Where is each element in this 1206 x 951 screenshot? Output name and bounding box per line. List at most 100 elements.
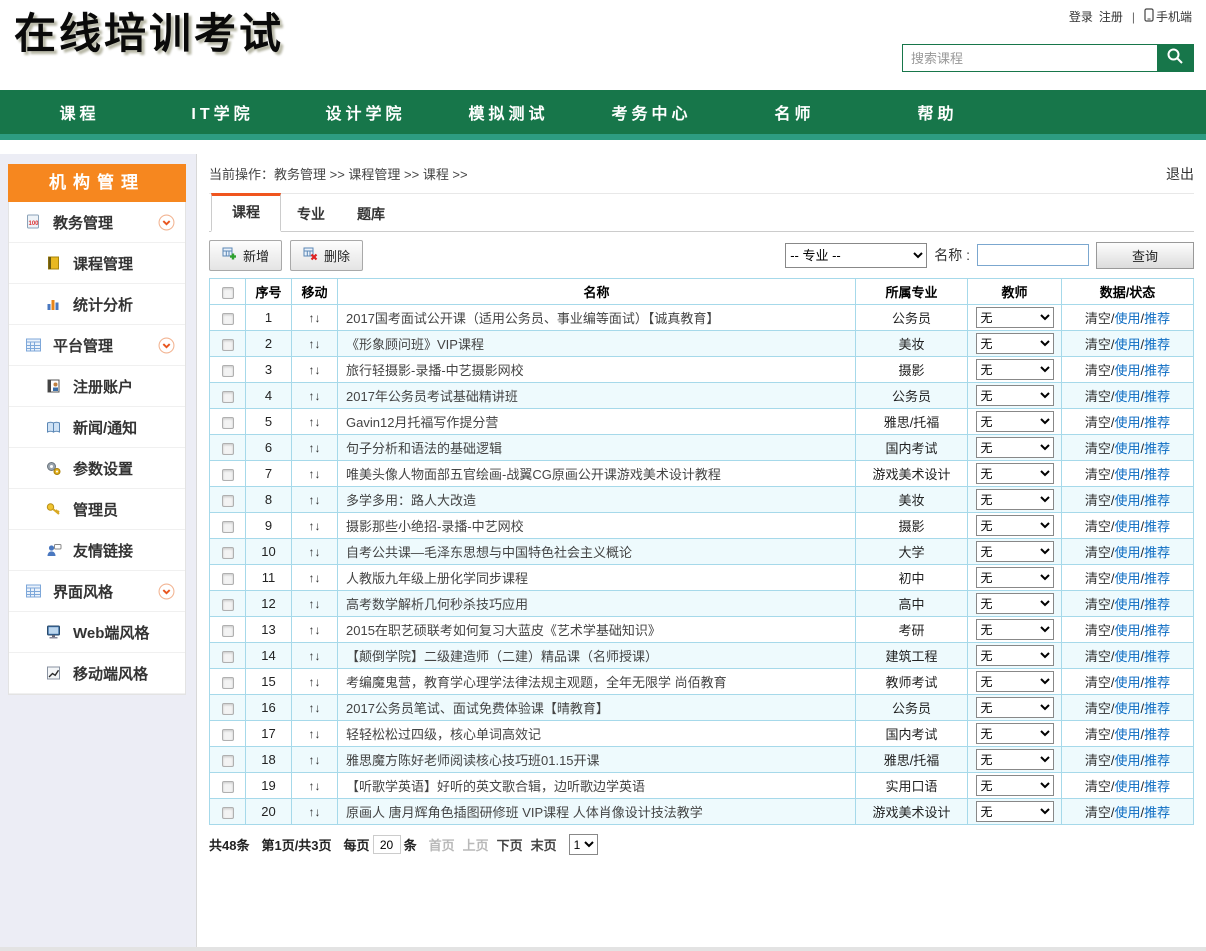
use-link[interactable]: 使用 bbox=[1114, 675, 1140, 690]
recommend-link[interactable]: 推荐 bbox=[1144, 467, 1170, 482]
recommend-link[interactable]: 推荐 bbox=[1144, 363, 1170, 378]
recommend-link[interactable]: 推荐 bbox=[1144, 415, 1170, 430]
clear-link[interactable]: 清空 bbox=[1085, 701, 1111, 716]
sidebar-item-2[interactable]: 课程管理 bbox=[9, 243, 185, 284]
row-checkbox[interactable] bbox=[222, 339, 234, 351]
teacher-select[interactable]: 无 bbox=[976, 593, 1054, 614]
per-page-input[interactable] bbox=[373, 835, 401, 854]
clear-link[interactable]: 清空 bbox=[1085, 415, 1111, 430]
move-down-icon[interactable]: ↓ bbox=[315, 649, 321, 663]
teacher-select[interactable]: 无 bbox=[976, 515, 1054, 536]
use-link[interactable]: 使用 bbox=[1114, 623, 1140, 638]
logout-link[interactable]: 退出 bbox=[1166, 164, 1194, 184]
chevron-down-icon[interactable] bbox=[158, 214, 175, 231]
sidebar-item-10[interactable]: 界面风格 bbox=[9, 571, 185, 612]
use-link[interactable]: 使用 bbox=[1114, 571, 1140, 586]
nav-item-1[interactable]: 课程 bbox=[8, 100, 151, 124]
move-down-icon[interactable]: ↓ bbox=[315, 727, 321, 741]
course-name[interactable]: 人教版九年级上册化学同步课程 bbox=[338, 565, 856, 591]
clear-link[interactable]: 清空 bbox=[1085, 493, 1111, 508]
teacher-select[interactable]: 无 bbox=[976, 749, 1054, 770]
nav-item-6[interactable]: 名师 bbox=[723, 100, 866, 124]
sidebar-item-12[interactable]: 移动端风格 bbox=[9, 653, 185, 694]
use-link[interactable]: 使用 bbox=[1114, 389, 1140, 404]
sidebar-item-9[interactable]: 友情链接 bbox=[9, 530, 185, 571]
move-down-icon[interactable]: ↓ bbox=[315, 623, 321, 637]
row-checkbox[interactable] bbox=[222, 417, 234, 429]
use-link[interactable]: 使用 bbox=[1114, 545, 1140, 560]
course-name[interactable]: 考编魔鬼营，教育学心理学法律法规主观题，全年无限学 尚佰教育 bbox=[338, 669, 856, 695]
course-name[interactable]: 《形象顾问班》VIP课程 bbox=[338, 331, 856, 357]
teacher-select[interactable]: 无 bbox=[976, 723, 1054, 744]
page-select[interactable]: 1 bbox=[569, 834, 598, 855]
use-link[interactable]: 使用 bbox=[1114, 441, 1140, 456]
row-checkbox[interactable] bbox=[222, 625, 234, 637]
recommend-link[interactable]: 推荐 bbox=[1144, 337, 1170, 352]
course-name[interactable]: 多学多用：路人大改造 bbox=[338, 487, 856, 513]
teacher-select[interactable]: 无 bbox=[976, 307, 1054, 328]
last-page-link[interactable]: 末页 bbox=[531, 835, 557, 854]
nav-item-7[interactable]: 帮助 bbox=[866, 100, 1009, 124]
clear-link[interactable]: 清空 bbox=[1085, 363, 1111, 378]
nav-item-2[interactable]: IT学院 bbox=[151, 100, 294, 124]
move-down-icon[interactable]: ↓ bbox=[315, 311, 321, 325]
recommend-link[interactable]: 推荐 bbox=[1144, 753, 1170, 768]
sidebar-item-5[interactable]: 注册账户 bbox=[9, 366, 185, 407]
clear-link[interactable]: 清空 bbox=[1085, 571, 1111, 586]
recommend-link[interactable]: 推荐 bbox=[1144, 545, 1170, 560]
row-checkbox[interactable] bbox=[222, 651, 234, 663]
use-link[interactable]: 使用 bbox=[1114, 649, 1140, 664]
use-link[interactable]: 使用 bbox=[1114, 493, 1140, 508]
clear-link[interactable]: 清空 bbox=[1085, 545, 1111, 560]
search-input[interactable] bbox=[903, 45, 1157, 71]
teacher-select[interactable]: 无 bbox=[976, 697, 1054, 718]
recommend-link[interactable]: 推荐 bbox=[1144, 441, 1170, 456]
course-name[interactable]: 唯美头像人物面部五官绘画-战翼CG原画公开课游戏美术设计教程 bbox=[338, 461, 856, 487]
move-down-icon[interactable]: ↓ bbox=[315, 337, 321, 351]
course-name[interactable]: 自考公共课—毛泽东思想与中国特色社会主义概论 bbox=[338, 539, 856, 565]
chevron-down-icon[interactable] bbox=[158, 583, 175, 600]
use-link[interactable]: 使用 bbox=[1114, 805, 1140, 820]
nav-item-5[interactable]: 考务中心 bbox=[580, 100, 723, 124]
clear-link[interactable]: 清空 bbox=[1085, 441, 1111, 456]
move-down-icon[interactable]: ↓ bbox=[315, 571, 321, 585]
add-button[interactable]: 新增 bbox=[209, 240, 282, 271]
row-checkbox[interactable] bbox=[222, 495, 234, 507]
course-name[interactable]: 摄影那些小绝招-录播-中艺网校 bbox=[338, 513, 856, 539]
teacher-select[interactable]: 无 bbox=[976, 567, 1054, 588]
first-page-link[interactable]: 首页 bbox=[429, 835, 455, 854]
course-name[interactable]: 2017国考面试公开课（适用公务员、事业编等面试）【诚真教育】 bbox=[338, 305, 856, 331]
teacher-select[interactable]: 无 bbox=[976, 645, 1054, 666]
use-link[interactable]: 使用 bbox=[1114, 779, 1140, 794]
move-down-icon[interactable]: ↓ bbox=[315, 545, 321, 559]
clear-link[interactable]: 清空 bbox=[1085, 311, 1111, 326]
nav-item-3[interactable]: 设计学院 bbox=[294, 100, 437, 124]
move-down-icon[interactable]: ↓ bbox=[315, 441, 321, 455]
use-link[interactable]: 使用 bbox=[1114, 597, 1140, 612]
sidebar-item-3[interactable]: 统计分析 bbox=[9, 284, 185, 325]
row-checkbox[interactable] bbox=[222, 521, 234, 533]
clear-link[interactable]: 清空 bbox=[1085, 597, 1111, 612]
clear-link[interactable]: 清空 bbox=[1085, 389, 1111, 404]
row-checkbox[interactable] bbox=[222, 443, 234, 455]
clear-link[interactable]: 清空 bbox=[1085, 337, 1111, 352]
tab-1[interactable]: 课程 bbox=[211, 193, 281, 232]
recommend-link[interactable]: 推荐 bbox=[1144, 779, 1170, 794]
clear-link[interactable]: 清空 bbox=[1085, 649, 1111, 664]
use-link[interactable]: 使用 bbox=[1114, 701, 1140, 716]
chevron-down-icon[interactable] bbox=[158, 337, 175, 354]
teacher-select[interactable]: 无 bbox=[976, 385, 1054, 406]
query-button[interactable]: 查询 bbox=[1096, 242, 1194, 269]
recommend-link[interactable]: 推荐 bbox=[1144, 805, 1170, 820]
row-checkbox[interactable] bbox=[222, 807, 234, 819]
row-checkbox[interactable] bbox=[222, 599, 234, 611]
move-down-icon[interactable]: ↓ bbox=[315, 389, 321, 403]
recommend-link[interactable]: 推荐 bbox=[1144, 571, 1170, 586]
recommend-link[interactable]: 推荐 bbox=[1144, 727, 1170, 742]
move-down-icon[interactable]: ↓ bbox=[315, 467, 321, 481]
sidebar-item-6[interactable]: 新闻/通知 bbox=[9, 407, 185, 448]
teacher-select[interactable]: 无 bbox=[976, 463, 1054, 484]
search-button[interactable] bbox=[1157, 45, 1193, 71]
tab-3[interactable]: 题库 bbox=[341, 197, 401, 231]
move-down-icon[interactable]: ↓ bbox=[315, 753, 321, 767]
